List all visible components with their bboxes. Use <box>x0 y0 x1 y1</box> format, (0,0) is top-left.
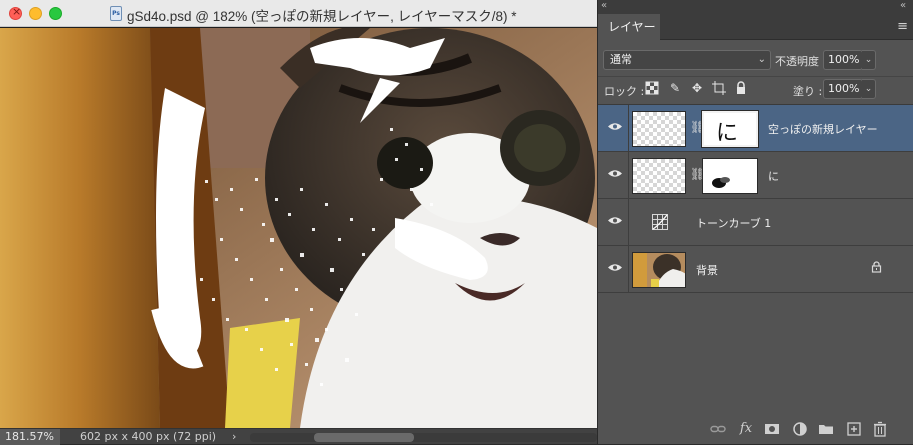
opacity-field[interactable]: 100% <box>823 50 863 70</box>
lock-position-move-icon[interactable]: ✥ <box>690 81 704 95</box>
blend-mode-value: 通常 <box>610 53 632 66</box>
document-title: gSd4o.psd @ 182% (空っぽの新規レイヤー, レイヤーマスク/8)… <box>127 9 517 24</box>
chevron-down-icon: ⌄ <box>757 54 766 65</box>
layer-row-empty-new-layer[interactable]: ⛓ に 空っぽの新規レイヤー <box>598 105 913 152</box>
link-layers-icon[interactable] <box>710 421 726 437</box>
visibility-eye-icon[interactable] <box>608 122 622 131</box>
new-layer-icon[interactable] <box>846 421 862 437</box>
layer-separator <box>628 246 629 293</box>
layer-style-fx-icon[interactable]: fx <box>738 421 754 437</box>
layer-name[interactable]: に <box>768 168 779 184</box>
layer-separator <box>628 199 629 246</box>
image-canvas[interactable] <box>0 28 597 428</box>
layer-row-ni[interactable]: ⛓ に <box>598 152 913 199</box>
zoom-level-field[interactable]: 181.57% <box>0 429 60 445</box>
layer-name[interactable]: 背景 <box>696 262 718 278</box>
close-window-button[interactable] <box>9 5 22 20</box>
document-window: Ps gSd4o.psd @ 182% (空っぽの新規レイヤー, レイヤーマスク… <box>0 0 597 445</box>
layer-row-tone-curve[interactable]: トーンカーブ 1 <box>598 199 913 246</box>
curves-adjustment-icon[interactable] <box>652 214 668 230</box>
collapse-right-icon[interactable]: « <box>900 0 906 12</box>
document-titlebar: Ps gSd4o.psd @ 182% (空っぽの新規レイヤー, レイヤーマスク… <box>0 0 597 27</box>
fill-dropdown-icon[interactable]: ⌄ <box>862 79 876 99</box>
layer-mask-thumbnail[interactable]: に <box>701 110 759 148</box>
horizontal-scrollbar[interactable] <box>250 433 597 442</box>
blend-opacity-row: 通常 ⌄ 不透明度 : 100% ⌄ <box>598 48 913 72</box>
layer-separator <box>628 105 629 152</box>
add-mask-icon[interactable] <box>764 421 780 437</box>
layers-panel-footer: fx <box>598 415 913 444</box>
panel-menu-icon[interactable]: ≡ <box>897 19 908 34</box>
delete-layer-trash-icon[interactable] <box>872 421 888 437</box>
layer-separator <box>628 152 629 199</box>
collapse-left-icon[interactable]: « <box>601 0 607 12</box>
lock-transparent-pixels-icon[interactable] <box>645 81 659 95</box>
visibility-eye-icon[interactable] <box>608 169 622 178</box>
layer-mask-thumbnail[interactable] <box>702 158 758 194</box>
lock-fill-row: ロック : ✎ ✥ 塗り : 100% ⌄ <box>598 76 913 100</box>
panel-dock-bar: « « <box>598 0 913 14</box>
opacity-label: 不透明度 : <box>775 55 827 68</box>
visibility-eye-icon[interactable] <box>608 216 622 225</box>
mask-glyph: に <box>716 121 739 146</box>
layer-name[interactable]: トーンカーブ 1 <box>696 215 771 231</box>
horizontal-scroll-thumb[interactable] <box>314 433 414 442</box>
mask-link-icon[interactable]: ⛓ <box>690 167 705 181</box>
document-info: 602 px x 400 px (72 ppi) <box>80 430 217 443</box>
lock-artboard-icon[interactable] <box>712 81 726 95</box>
fill-label: 塗り : <box>793 85 823 98</box>
lock-image-pixels-brush-icon[interactable]: ✎ <box>668 81 682 95</box>
layer-name[interactable]: 空っぽの新規レイヤー <box>768 121 878 137</box>
layer-lock-icon[interactable] <box>871 261 882 276</box>
document-info-arrow[interactable]: › <box>232 429 236 445</box>
opacity-dropdown-icon[interactable]: ⌄ <box>862 50 876 70</box>
blend-mode-select[interactable]: 通常 ⌄ <box>603 50 771 70</box>
layer-thumbnail[interactable] <box>632 252 686 288</box>
layers-panel: « « レイヤー ≡ 通常 ⌄ 不透明度 : 100% ⌄ ロック : ✎ ✥ … <box>597 0 913 444</box>
minimize-window-button[interactable] <box>29 7 42 20</box>
canvas-image <box>0 28 597 428</box>
layer-thumbnail[interactable] <box>632 111 686 147</box>
zoom-window-button[interactable] <box>49 7 62 20</box>
tab-layers[interactable]: レイヤー <box>598 14 660 40</box>
lock-label: ロック : <box>604 85 645 98</box>
layer-thumbnail[interactable] <box>632 158 686 194</box>
new-adjustment-layer-icon[interactable] <box>792 421 808 437</box>
status-bar: 181.57% 602 px x 400 px (72 ppi) › <box>0 428 597 445</box>
layer-row-background[interactable]: 背景 <box>598 246 913 293</box>
panel-tab-row: レイヤー ≡ <box>598 14 913 40</box>
lock-all-icon[interactable] <box>734 81 748 95</box>
visibility-eye-icon[interactable] <box>608 263 622 272</box>
mask-link-icon[interactable]: ⛓ <box>690 120 705 134</box>
layers-list: ⛓ に 空っぽの新規レイヤー ⛓ に トーンカーブ 1 背景 <box>598 104 913 404</box>
psd-file-icon: Ps <box>110 6 122 21</box>
fill-field[interactable]: 100% <box>823 79 863 99</box>
new-group-folder-icon[interactable] <box>818 421 834 437</box>
